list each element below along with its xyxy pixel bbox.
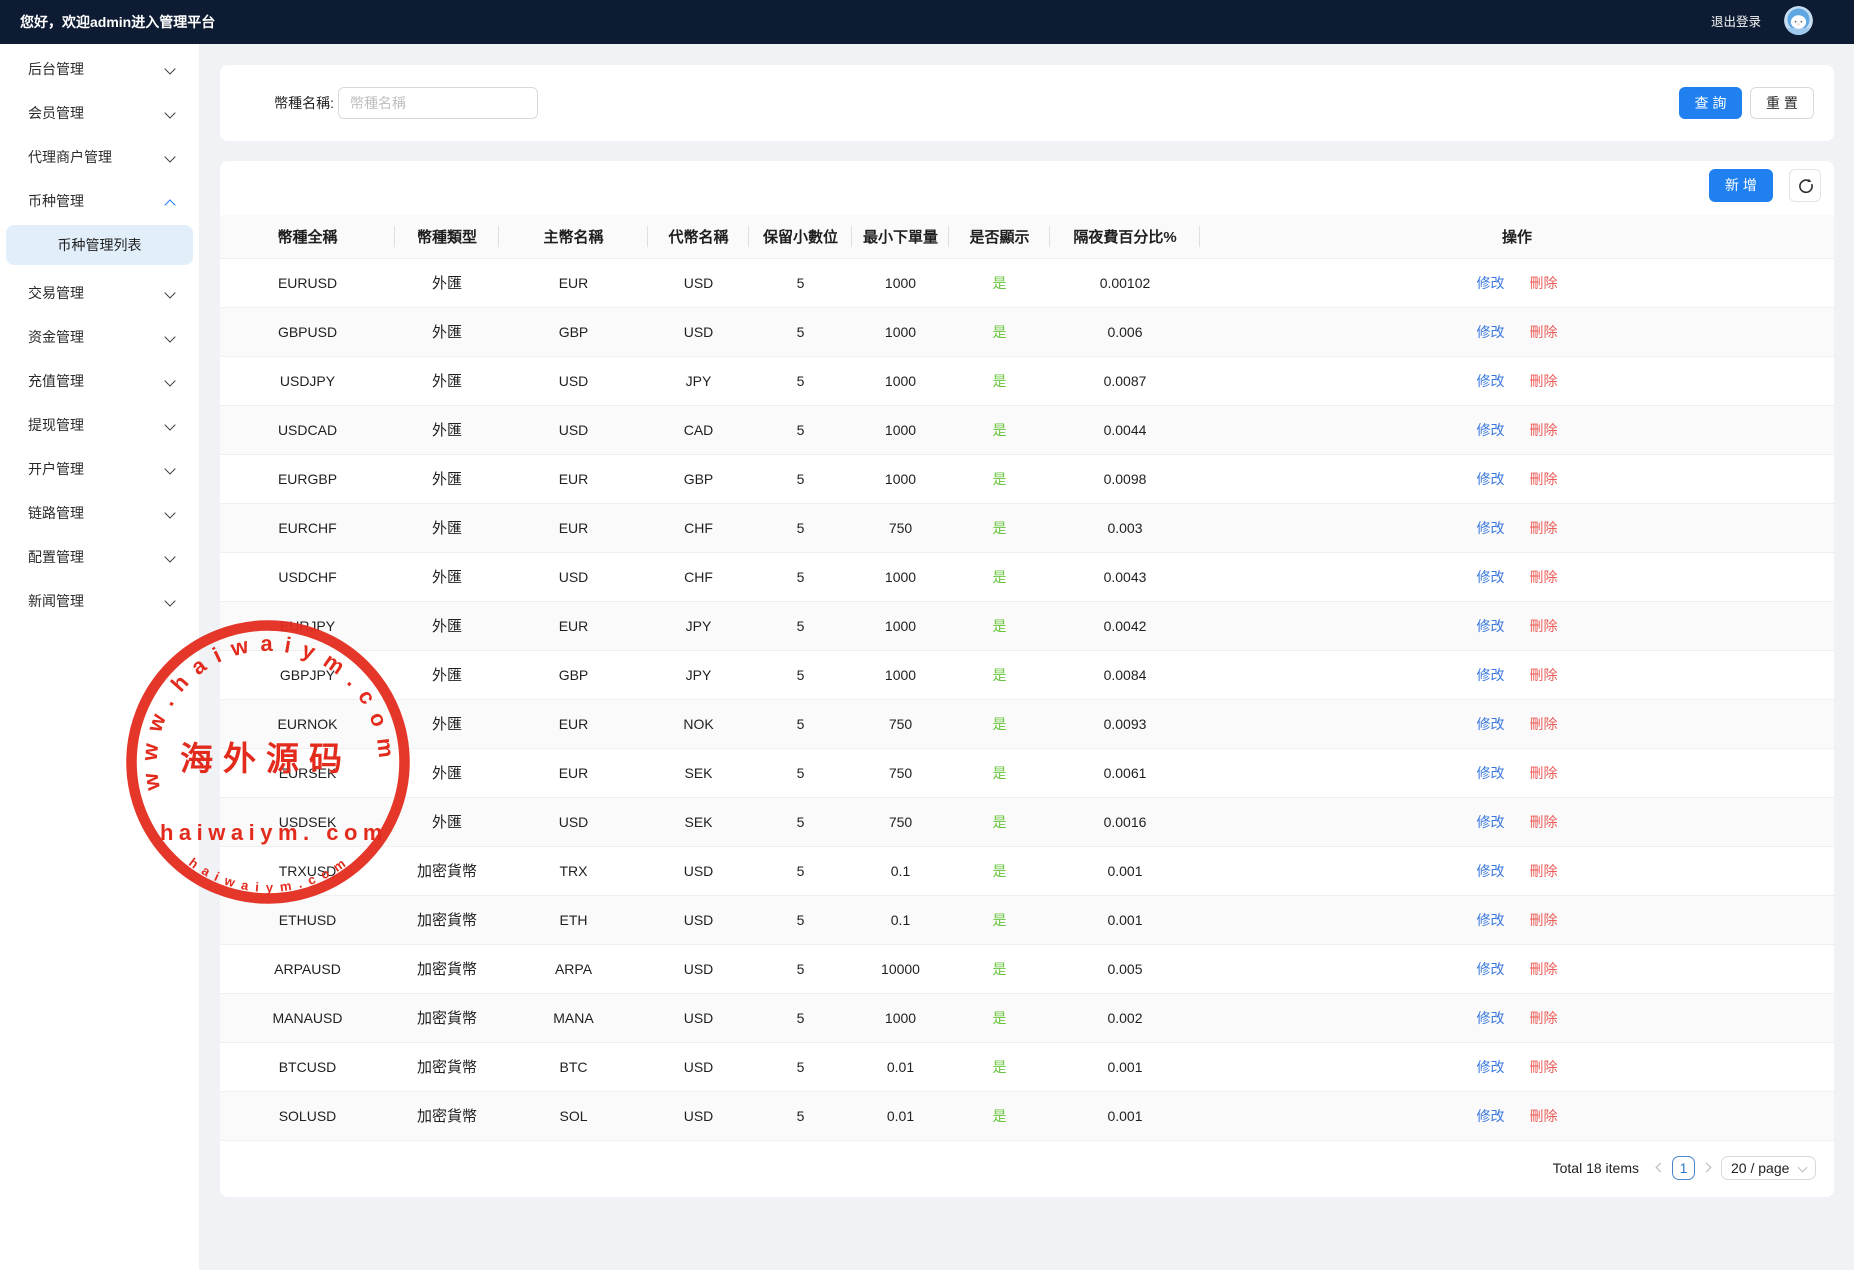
svg-text:haiwaiym. com: haiwaiym. com <box>160 820 388 845</box>
svg-text:海外源码: 海外源码 <box>180 741 352 778</box>
